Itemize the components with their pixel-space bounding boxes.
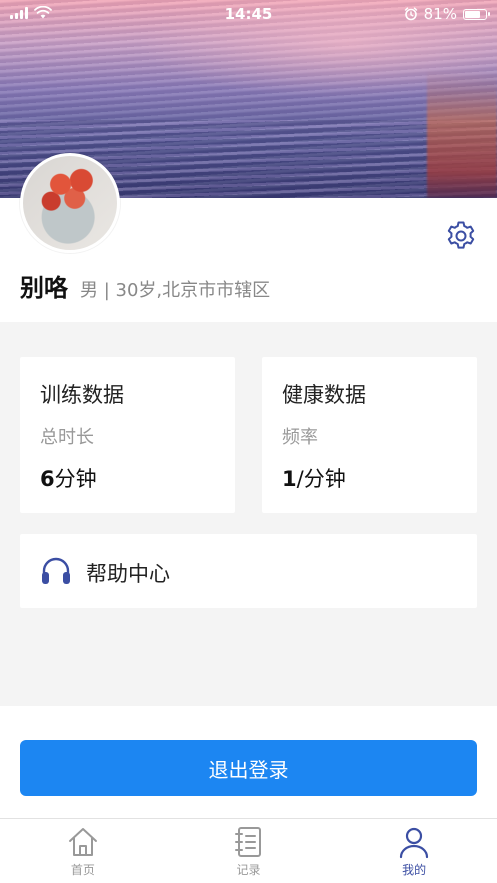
help-center-item[interactable]: 帮助中心	[20, 534, 477, 608]
profile-name-line: 别咯 男 | 30岁,北京市市辖区	[20, 268, 270, 303]
avatar[interactable]	[20, 153, 120, 253]
tab-mine[interactable]: 我的	[331, 819, 497, 883]
help-center-label: 帮助中心	[86, 562, 170, 586]
training-card-label: 总时长	[40, 427, 94, 448]
alarm-icon	[404, 7, 417, 21]
headphones-icon	[42, 557, 70, 584]
tab-record[interactable]: 记录	[166, 819, 332, 883]
record-icon	[234, 827, 261, 857]
home-icon	[68, 828, 97, 856]
health-data-card[interactable]: 健康数据 频率 1/分钟	[262, 357, 477, 513]
battery-icon	[463, 8, 490, 20]
health-value-number: 1	[282, 467, 297, 491]
logout-button[interactable]: 退出登录	[20, 740, 477, 796]
battery-percent: 81%	[423, 5, 457, 23]
battery-fill	[465, 10, 480, 18]
tab-home-label: 首页	[70, 863, 95, 877]
training-value-unit: 分钟	[54, 467, 97, 491]
training-card-title: 训练数据	[40, 383, 124, 407]
health-value-unit: /分钟	[296, 467, 346, 491]
health-card-label: 频率	[282, 427, 318, 448]
health-card-value: 1/分钟	[282, 463, 346, 493]
status-bar: 14:45 81%	[0, 0, 497, 28]
status-right: 81%	[404, 5, 490, 23]
settings-gear-icon[interactable]	[445, 220, 477, 252]
banner-reflection	[427, 70, 497, 198]
training-data-card[interactable]: 训练数据 总时长 6分钟	[20, 357, 235, 513]
tab-mine-label: 我的	[402, 863, 427, 877]
health-card-title: 健康数据	[282, 383, 366, 407]
training-value-number: 6	[40, 467, 55, 491]
user-name: 别咯	[20, 274, 68, 302]
tab-bar: 首页 记录 我的	[0, 818, 497, 883]
profile-icon	[400, 827, 429, 859]
tab-home[interactable]: 首页	[0, 819, 166, 883]
tab-record-label: 记录	[236, 863, 261, 877]
training-card-value: 6分钟	[40, 463, 97, 493]
user-info: 男 | 30岁,北京市市辖区	[80, 280, 271, 301]
